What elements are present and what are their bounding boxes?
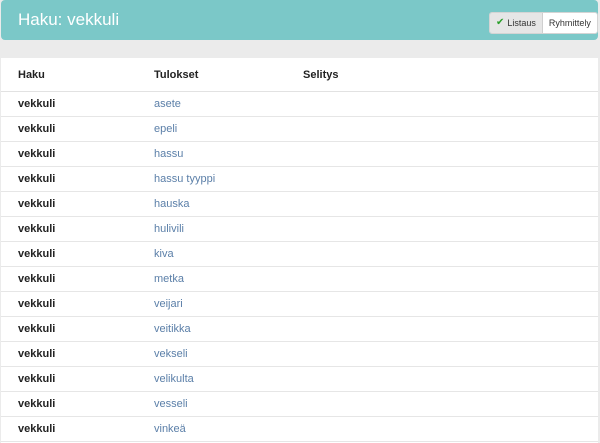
table-row: vekkuli kiva xyxy=(1,241,598,267)
explanation-cell xyxy=(303,191,598,217)
results-table: Haku Tulokset Selitys vekkuli asete vekkul… xyxy=(1,58,598,442)
result-cell: hulivili xyxy=(154,216,303,242)
query-cell: vekkuli xyxy=(1,116,154,142)
query-cell: vekkuli xyxy=(1,91,154,117)
table-row: vekkuli veitikka xyxy=(1,316,598,342)
result-cell: hauska xyxy=(154,191,303,217)
query-cell: vekkuli xyxy=(1,241,154,267)
result-cell: asete xyxy=(154,91,303,117)
results-panel: Haku Tulokset Selitys vekkuli asete vekkul… xyxy=(1,58,598,443)
table-row: vekkuli vinkeä xyxy=(1,416,598,442)
result-link[interactable]: kiva xyxy=(154,248,174,260)
result-link[interactable]: vesseli xyxy=(154,398,188,410)
result-link[interactable]: velikulta xyxy=(154,373,194,385)
result-link[interactable]: hulivili xyxy=(154,223,184,235)
table-row: vekkuli hassu xyxy=(1,141,598,167)
query-cell: vekkuli xyxy=(1,416,154,442)
result-cell: vinkeä xyxy=(154,416,303,442)
table-row: vekkuli hulivili xyxy=(1,216,598,242)
explanation-cell xyxy=(303,241,598,267)
query-cell: vekkuli xyxy=(1,391,154,417)
ryhmittely-label: Ryhmittely xyxy=(548,18,591,28)
listaus-label: Listaus xyxy=(507,18,536,28)
check-icon: ✔ xyxy=(496,17,505,28)
query-cell: vekkuli xyxy=(1,366,154,392)
explanation-cell xyxy=(303,116,598,142)
query-cell: vekkuli xyxy=(1,191,154,217)
result-cell: velikulta xyxy=(154,366,303,392)
result-link[interactable]: metka xyxy=(154,273,184,285)
explanation-cell xyxy=(303,216,598,242)
query-cell: vekkuli xyxy=(1,166,154,192)
listaus-button[interactable]: ✔ Listaus xyxy=(490,13,543,33)
explanation-cell xyxy=(303,366,598,392)
result-cell: veijari xyxy=(154,291,303,317)
explanation-cell xyxy=(303,291,598,317)
query-cell: vekkuli xyxy=(1,341,154,367)
view-toggle: ✔ Listaus Ryhmittely xyxy=(489,12,598,34)
result-cell: veitikka xyxy=(154,316,303,342)
result-cell: metka xyxy=(154,266,303,292)
result-link[interactable]: veitikka xyxy=(154,323,191,335)
result-link[interactable]: hassu xyxy=(154,148,183,160)
query-cell: vekkuli xyxy=(1,216,154,242)
query-cell: vekkuli xyxy=(1,316,154,342)
table-row: vekkuli asete xyxy=(1,91,598,117)
page-header: Haku: vekkuli ✔ Listaus Ryhmittely xyxy=(1,0,598,40)
result-link[interactable]: vinkeä xyxy=(154,423,186,435)
result-link[interactable]: veijari xyxy=(154,298,183,310)
table-row: vekkuli vesseli xyxy=(1,391,598,417)
result-link[interactable]: epeli xyxy=(154,123,177,135)
query-cell: vekkuli xyxy=(1,141,154,167)
result-link[interactable]: hassu tyyppi xyxy=(154,173,215,185)
table-row: vekkuli hassu tyyppi xyxy=(1,166,598,192)
result-cell: hassu xyxy=(154,141,303,167)
result-cell: epeli xyxy=(154,116,303,142)
column-header-tulokset: Tulokset xyxy=(154,58,303,92)
table-header-row: Haku Tulokset Selitys xyxy=(1,58,598,92)
table-row: vekkuli veijari xyxy=(1,291,598,317)
column-header-haku: Haku xyxy=(1,58,154,92)
explanation-cell xyxy=(303,416,598,442)
explanation-cell xyxy=(303,341,598,367)
page-title: Haku: vekkuli xyxy=(18,10,120,29)
result-link[interactable]: asete xyxy=(154,98,181,110)
explanation-cell xyxy=(303,266,598,292)
query-cell: vekkuli xyxy=(1,291,154,317)
table-row: vekkuli metka xyxy=(1,266,598,292)
result-link[interactable]: vekseli xyxy=(154,348,188,360)
explanation-cell xyxy=(303,316,598,342)
ryhmittely-button[interactable]: Ryhmittely xyxy=(542,13,597,33)
explanation-cell xyxy=(303,166,598,192)
result-cell: hassu tyyppi xyxy=(154,166,303,192)
table-row: vekkuli velikulta xyxy=(1,366,598,392)
column-header-selitys: Selitys xyxy=(303,58,598,92)
result-cell: vekseli xyxy=(154,341,303,367)
query-cell: vekkuli xyxy=(1,266,154,292)
table-row: vekkuli epeli xyxy=(1,116,598,142)
table-row: vekkuli hauska xyxy=(1,191,598,217)
explanation-cell xyxy=(303,91,598,117)
result-cell: kiva xyxy=(154,241,303,267)
result-link[interactable]: hauska xyxy=(154,198,189,210)
result-cell: vesseli xyxy=(154,391,303,417)
explanation-cell xyxy=(303,391,598,417)
explanation-cell xyxy=(303,141,598,167)
table-row: vekkuli vekseli xyxy=(1,341,598,367)
